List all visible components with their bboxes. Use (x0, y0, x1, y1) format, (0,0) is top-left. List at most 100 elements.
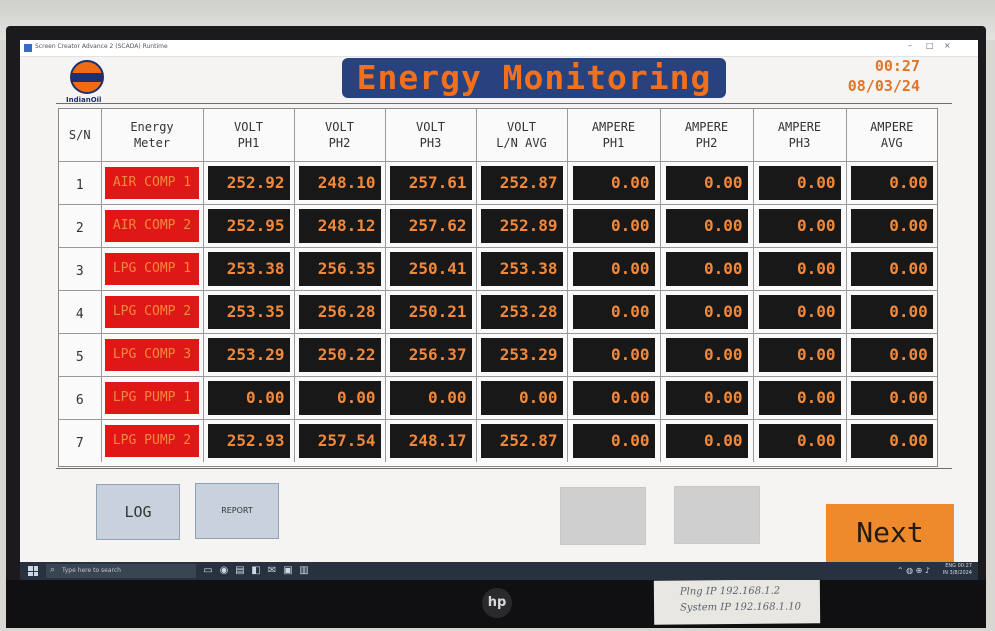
meter-cell: LPG PUMP 2 (101, 419, 204, 462)
value-cell: 0.00 (567, 333, 661, 377)
column-header-line2: L/N AVG (496, 136, 547, 150)
reading-display: 0.00 (298, 381, 381, 415)
row-sn-cell: 3 (59, 247, 102, 291)
value-cell: 253.29 (203, 333, 295, 377)
meter-name-tag[interactable]: LPG COMP 1 (105, 253, 199, 285)
reading-display: 253.29 (480, 338, 563, 372)
value-cell: 0.00 (385, 376, 477, 420)
blank-button-1[interactable] (560, 487, 646, 545)
mail-icon[interactable]: ✉ (266, 565, 278, 577)
taskbar-search-input[interactable]: ⌕ Type here to search (46, 564, 196, 578)
value-cell: 0.00 (203, 376, 295, 420)
value-cell: 0.00 (567, 290, 661, 334)
search-icon: ⌕ (50, 565, 56, 575)
log-button[interactable]: LOG (96, 484, 180, 540)
reading-display: 0.00 (572, 424, 655, 458)
value-cell: 253.29 (476, 333, 568, 377)
maximize-icon[interactable]: □ (926, 41, 934, 50)
column-header-line1: AMPERE (684, 120, 729, 134)
tray-date: 3/8/2024 (949, 570, 972, 576)
meter-name-tag[interactable]: AIR COMP 2 (105, 210, 199, 242)
meter-cell: LPG COMP 3 (101, 333, 204, 377)
row-sn-cell: 5 (59, 333, 102, 377)
meter-cell: LPG PUMP 1 (101, 376, 204, 420)
store-icon[interactable]: ◧ (250, 565, 262, 577)
column-header-line1: S/N (68, 128, 91, 142)
reading-display: 0.00 (758, 252, 841, 286)
value-cell: 250.21 (385, 290, 477, 334)
column-header: AMPERE PH1 (567, 109, 661, 162)
close-icon[interactable]: × (944, 41, 951, 50)
datetime-display: 00:27 08/03/24 (848, 56, 920, 96)
value-cell: 0.00 (660, 419, 754, 462)
column-header-line1: AMPERE (777, 120, 822, 134)
column-header: VOLT PH2 (294, 109, 386, 162)
meter-cell: AIR COMP 2 (101, 204, 204, 248)
divider-bottom (56, 468, 952, 469)
reading-display: 252.87 (480, 166, 563, 200)
value-cell: 0.00 (846, 376, 937, 420)
row-sn: 5 (75, 349, 84, 365)
meter-name-tag[interactable]: AIR COMP 1 (105, 167, 199, 199)
value-cell: 250.41 (385, 247, 477, 291)
reading-display: 0.00 (758, 424, 841, 458)
energy-table-frame: S/N Energy Meter VOLT PH1 VOLT PH2 VOLT PH3 VOLT L… (58, 108, 938, 467)
runtime-app-icon[interactable]: ▥ (298, 565, 310, 577)
reading-display: 252.87 (480, 424, 563, 458)
task-view-icon[interactable]: ▭ (202, 565, 214, 577)
windows-taskbar: ⌕ Type here to search ▭ ◉ ▤ ◧ ✉ ▣ ▥ ⌃ ◍ … (20, 562, 978, 580)
reading-display: 256.37 (389, 338, 472, 372)
column-header-line2: Meter (133, 136, 171, 150)
reading-display: 248.17 (389, 424, 472, 458)
column-header-line1: VOLT (507, 120, 536, 134)
windows-start-icon[interactable] (28, 566, 38, 576)
scada-app-icon[interactable]: ▣ (282, 565, 294, 577)
column-header: VOLT L/N AVG (476, 109, 568, 162)
reading-display: 253.35 (207, 295, 290, 329)
value-cell: 0.00 (567, 161, 661, 205)
meter-name-tag[interactable]: LPG PUMP 2 (105, 425, 199, 457)
reading-display: 0.00 (850, 209, 933, 243)
table-body: 1 AIR COMP 1 252.92 248.10 257.61 252.87 0.00 0… (59, 161, 937, 462)
tray-icons[interactable]: ⌃ ◍ ⊕ ♪ (897, 566, 930, 575)
value-cell: 256.35 (294, 247, 386, 291)
meter-name-tag[interactable]: LPG COMP 2 (105, 296, 199, 328)
value-cell: 0.00 (567, 419, 661, 462)
value-cell: 256.28 (294, 290, 386, 334)
column-header-line1: VOLT (234, 120, 263, 134)
meter-name-tag[interactable]: LPG PUMP 1 (105, 382, 199, 414)
column-header-line1: VOLT (325, 120, 354, 134)
value-cell: 0.00 (846, 204, 937, 248)
value-cell: 250.22 (294, 333, 386, 377)
blank-button-2[interactable] (674, 486, 760, 544)
next-button[interactable]: Next (826, 504, 954, 562)
value-cell: 0.00 (660, 247, 754, 291)
column-header-line2: PH1 (602, 136, 625, 150)
reading-display: 0.00 (850, 295, 933, 329)
column-header: Energy Meter (101, 109, 204, 162)
value-cell: 248.12 (294, 204, 386, 248)
row-sn: 6 (75, 392, 84, 408)
reading-display: 252.92 (207, 166, 290, 200)
meter-cell: AIR COMP 1 (101, 161, 204, 205)
value-cell: 0.00 (753, 376, 847, 420)
meter-name-tag[interactable]: LPG COMP 3 (105, 339, 199, 371)
report-button[interactable]: REPORT (195, 483, 279, 539)
file-explorer-icon[interactable]: ▤ (234, 565, 246, 577)
table-row: 7 LPG PUMP 2 252.93 257.54 248.17 252.87 0.00 0… (59, 419, 937, 462)
value-cell: 248.17 (385, 419, 477, 462)
value-cell: 0.00 (753, 333, 847, 377)
reading-display: 0.00 (480, 381, 563, 415)
reading-display: 0.00 (665, 424, 748, 458)
minimize-icon[interactable]: – (908, 41, 912, 50)
edge-browser-icon[interactable]: ◉ (218, 565, 230, 577)
row-sn: 2 (75, 220, 84, 236)
clock-time: 00:27 (874, 57, 920, 75)
reading-display: 0.00 (850, 338, 933, 372)
value-cell: 0.00 (753, 161, 847, 205)
value-cell: 256.37 (385, 333, 477, 377)
value-cell: 0.00 (753, 290, 847, 334)
value-cell: 0.00 (660, 161, 754, 205)
reading-display: 0.00 (665, 252, 748, 286)
system-tray-clock[interactable]: ENG 00:27 IN 3/8/2024 (943, 563, 972, 577)
